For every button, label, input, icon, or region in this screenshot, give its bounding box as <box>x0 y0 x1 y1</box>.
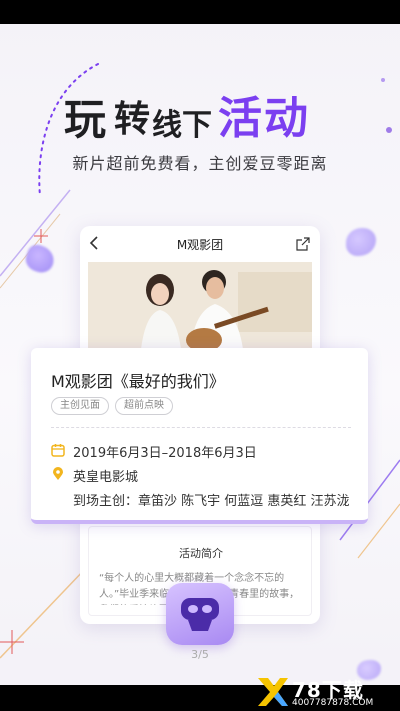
headline: 玩 转 线下 活动 <box>64 82 344 144</box>
event-detail-card[interactable]: M观影团《最好的我们》 主创见面 超前点映 2019年6月3日–2018年6月3… <box>31 348 368 524</box>
event-date: 2019年6月3日–2018年6月3日 <box>73 446 257 461</box>
status-bar <box>0 0 400 24</box>
page-indicator: 3/5 <box>191 648 209 661</box>
phone-title: M观影团 <box>176 238 224 252</box>
app-button[interactable] <box>166 583 234 645</box>
dot-decoration <box>381 78 385 82</box>
event-title: M观影团《最好的我们》 <box>51 372 225 391</box>
diagonal-lines-decoration <box>0 189 71 289</box>
dot-decoration <box>386 127 392 133</box>
headline-accent-word: 活动 <box>218 93 310 144</box>
watermark: 78下载 4007787878.COM <box>254 672 400 711</box>
calendar-icon <box>51 442 65 457</box>
subheadline: 新片超前免费看，主创爱豆零距离 <box>72 154 328 173</box>
event-cast: 到场主创：章笛沙 陈飞宇 何蓝逗 惠英红 汪苏泷 <box>73 494 350 509</box>
event-tag: 超前点映 <box>115 397 173 415</box>
event-venue: 英皇电影城 <box>73 470 139 485</box>
event-photo <box>88 262 312 358</box>
purple-blob-decoration <box>346 228 376 256</box>
share-icon[interactable] <box>296 236 312 252</box>
location-pin-icon <box>51 466 65 480</box>
phone-header: M观影团 <box>80 226 320 262</box>
watermark-url: 4007787878.COM <box>292 698 374 708</box>
vr-headset-icon <box>181 598 219 631</box>
watermark-logo-icon <box>258 678 288 706</box>
section-title: 活动简介 <box>179 547 223 560</box>
headline-word: 转 <box>114 99 151 140</box>
divider <box>51 427 351 428</box>
headline-word: 玩 <box>64 95 107 144</box>
headline-word: 线下 <box>152 108 212 143</box>
event-tag: 主创见面 <box>51 397 109 415</box>
